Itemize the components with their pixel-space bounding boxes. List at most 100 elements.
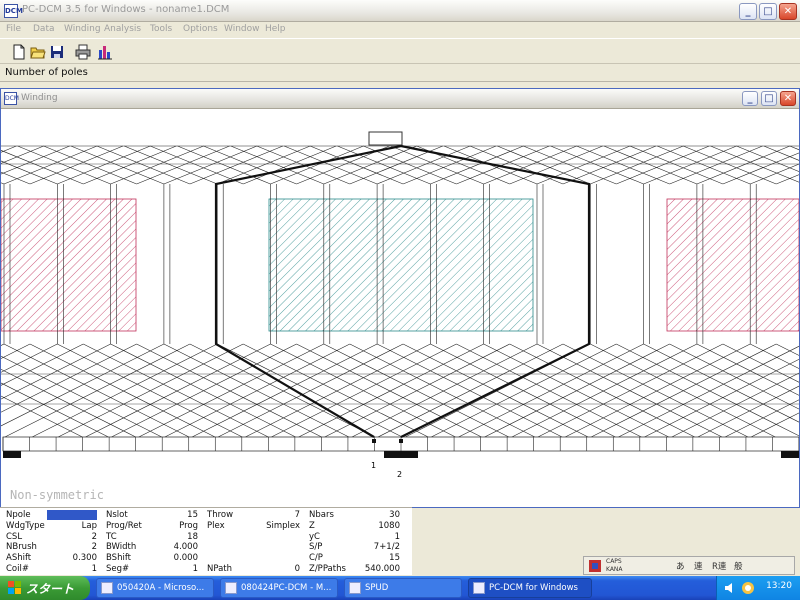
param-value[interactable]: 2	[47, 510, 97, 520]
param-label: BShift	[106, 553, 132, 564]
coil-segment	[696, 145, 791, 185]
coil-segment	[376, 343, 563, 438]
coil-segment	[3, 145, 98, 185]
param-value[interactable]: 15	[340, 553, 400, 563]
param-value[interactable]: 2	[47, 542, 97, 552]
save-icon[interactable]	[49, 44, 65, 60]
brush-center[interactable]	[384, 451, 418, 458]
param-value[interactable]: 1	[340, 532, 400, 542]
speaker-icon[interactable]	[723, 581, 737, 595]
param-label: Throw	[207, 510, 234, 520]
menu-options[interactable]: Options	[183, 24, 218, 34]
winding-title-bar[interactable]: DCM Winding _ □ ✕	[1, 89, 799, 109]
menu-data[interactable]: Data	[33, 24, 55, 34]
app-icon[interactable]: DCM	[4, 4, 23, 18]
taskbar-item-label: 050420A - Microso...	[117, 583, 205, 593]
brush-label-2: 2	[397, 470, 402, 479]
menu-window[interactable]: Window	[224, 24, 260, 34]
coil-segment	[351, 343, 538, 438]
menu-help[interactable]: Help	[265, 24, 286, 34]
system-tray: 13:20	[716, 576, 800, 600]
param-label: Npole	[6, 510, 31, 520]
menu-analysis[interactable]: Analysis	[104, 24, 141, 34]
menu-file[interactable]: File	[6, 24, 21, 34]
taskbar-item-pcdcm[interactable]: PC-DCM for Windows	[468, 578, 592, 598]
chart-icon[interactable]	[97, 44, 113, 60]
param-value[interactable]: 18	[148, 532, 198, 542]
param-value[interactable]: 2	[47, 532, 97, 542]
pcdcm-icon	[473, 582, 485, 594]
winding-diagram[interactable]: 1 2	[1, 109, 799, 507]
param-value[interactable]: 1	[47, 564, 97, 574]
ime-ren[interactable]: 連	[694, 560, 703, 572]
maximize-button[interactable]: □	[759, 3, 777, 20]
ime-icon[interactable]	[588, 559, 602, 573]
taskbar-item-word[interactable]: 050420A - Microso...	[96, 578, 214, 598]
param-value[interactable]: Simplex	[250, 521, 300, 531]
brush-left[interactable]	[3, 451, 21, 458]
param-value[interactable]: 7	[250, 510, 300, 520]
param-value[interactable]: 4.000	[148, 542, 198, 552]
taskbar-item-spud[interactable]: SPUD	[344, 578, 462, 598]
ime-rren[interactable]: R連	[712, 560, 726, 572]
param-value[interactable]	[250, 542, 300, 552]
coil-segment	[562, 343, 749, 438]
taskbar-item-label: 080424PC-DCM - M...	[241, 583, 332, 593]
coil-label-box	[368, 131, 403, 146]
winding-window: DCM Winding _ □ ✕ 1 2	[0, 88, 800, 508]
coil-segment	[217, 145, 311, 185]
param-value[interactable]: 1	[148, 564, 198, 574]
coil-segment	[483, 343, 669, 438]
coil-segment	[536, 343, 723, 438]
brush-right[interactable]	[781, 451, 799, 458]
print-icon[interactable]	[75, 44, 91, 60]
main-title-bar[interactable]: DCM PC-DCM 3.5 for Windows - noname1.DCM…	[0, 0, 800, 22]
coil-segment	[789, 145, 799, 151]
param-value[interactable]: Lap	[47, 521, 97, 531]
param-value[interactable]: 7+1/2	[340, 542, 400, 552]
param-value[interactable]: 15	[148, 510, 198, 520]
winding-maximize-button[interactable]: □	[761, 91, 777, 106]
open-folder-icon[interactable]	[30, 44, 46, 60]
caps-indicator: CAPS	[606, 558, 622, 565]
minimize-button[interactable]: _	[739, 3, 757, 20]
coil-segment	[70, 145, 165, 185]
param-value[interactable]	[250, 532, 300, 542]
param-label: Z	[309, 520, 315, 531]
param-value[interactable]: 0	[250, 564, 300, 574]
param-value[interactable]: 30	[340, 510, 400, 520]
coil-segment	[750, 343, 799, 369]
coil-segment	[710, 145, 799, 183]
menu-tools[interactable]: Tools	[150, 24, 172, 34]
param-value[interactable]	[250, 553, 300, 563]
taskbar-item-doc[interactable]: 080424PC-DCM - M...	[220, 578, 338, 598]
param-value[interactable]: 1080	[340, 521, 400, 531]
network-icon[interactable]	[741, 581, 755, 595]
coil-segment	[163, 343, 350, 438]
ime-mode[interactable]: 般	[734, 560, 743, 572]
winding-window-icon[interactable]: DCM	[4, 92, 19, 105]
coil-segment	[722, 343, 799, 383]
new-file-icon[interactable]	[11, 44, 27, 60]
param-value[interactable]: 0.000	[148, 553, 198, 563]
ime-toolbar[interactable]: CAPS KANA あ 連 R連 般	[583, 556, 795, 575]
taskbar: スタート 050420A - Microso... 080424PC-DCM -…	[0, 576, 800, 600]
coil-segment	[565, 343, 751, 438]
ime-hiragana[interactable]: あ	[676, 560, 685, 572]
coil-segment	[590, 343, 776, 438]
close-button[interactable]: ✕	[779, 3, 797, 20]
param-value[interactable]: Prog	[148, 521, 198, 531]
start-button[interactable]: スタート	[0, 576, 90, 600]
coil-segment	[298, 343, 484, 438]
param-value[interactable]: 0.300	[47, 553, 97, 563]
coil-segment	[43, 145, 137, 185]
coil-segment	[456, 343, 642, 438]
param-label: Nslot	[106, 510, 128, 520]
coil-segment	[669, 343, 799, 410]
param-value[interactable]: 540.000	[340, 564, 400, 574]
coil-segment	[17, 145, 111, 185]
winding-close-button[interactable]: ✕	[780, 91, 796, 106]
winding-minimize-button[interactable]: _	[742, 91, 758, 106]
menu-winding[interactable]: Winding	[64, 24, 101, 34]
coil-segment	[431, 343, 617, 438]
